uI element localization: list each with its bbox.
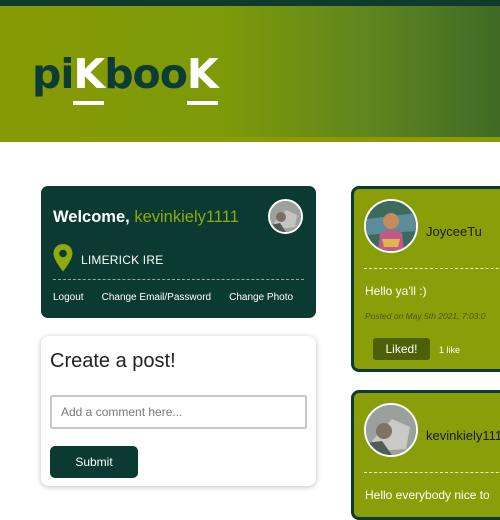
logo-part-2: K — [73, 50, 105, 105]
like-count: 1 like — [439, 345, 461, 355]
site-header: pi Kboo K — [0, 6, 500, 137]
location-pin-icon — [53, 244, 73, 272]
comment-input[interactable] — [50, 395, 307, 429]
profile-card: Welcome, kevinkiely1111 LIMERICK IRE Log… — [41, 186, 316, 318]
welcome-heading: Welcome, kevinkiely1111 — [53, 208, 239, 227]
post-username[interactable]: kevinkiely1111 — [426, 428, 500, 443]
post-username[interactable]: JoyceeTu — [426, 224, 482, 239]
logo-part-1: pi — [32, 50, 74, 98]
change-email-link[interactable]: Change Email/Password — [102, 292, 212, 303]
profile-location: LIMERICK IRE — [81, 253, 164, 267]
welcome-label: Welcome, — [53, 208, 130, 226]
avatar[interactable] — [268, 199, 303, 234]
like-button[interactable]: Liked! — [373, 338, 430, 360]
create-post-title: Create a post! — [50, 350, 176, 372]
post-text: Hello ya'll :) — [365, 284, 427, 298]
create-post-card: Create a post! Submit — [41, 336, 316, 486]
post-avatar[interactable] — [364, 199, 418, 253]
logo-part-4: K — [186, 50, 219, 105]
header-underline — [0, 137, 500, 142]
avatar-photo-icon — [270, 201, 301, 232]
user-photo-icon — [366, 405, 416, 455]
post-timestamp: Posted on May 5th 2021, 7:03:0 — [365, 311, 486, 321]
logo-part-3: boo — [104, 50, 188, 98]
profile-divider — [53, 279, 304, 280]
logout-link[interactable]: Logout — [53, 292, 84, 303]
submit-button[interactable]: Submit — [50, 446, 138, 478]
feed-post: kevinkiely1111 Hello everybody nice to — [351, 390, 500, 520]
post-divider — [364, 472, 500, 473]
profile-username: kevinkiely1111 — [134, 208, 239, 226]
site-logo[interactable]: pi Kboo K — [32, 44, 219, 105]
user-photo-icon — [366, 201, 416, 251]
post-divider — [364, 268, 500, 269]
post-avatar[interactable] — [364, 403, 418, 457]
profile-links: Logout Change Email/Password Change Phot… — [53, 292, 293, 303]
change-photo-link[interactable]: Change Photo — [229, 292, 293, 303]
feed-post: JoyceeTu Hello ya'll :) Posted on May 5t… — [351, 186, 500, 372]
